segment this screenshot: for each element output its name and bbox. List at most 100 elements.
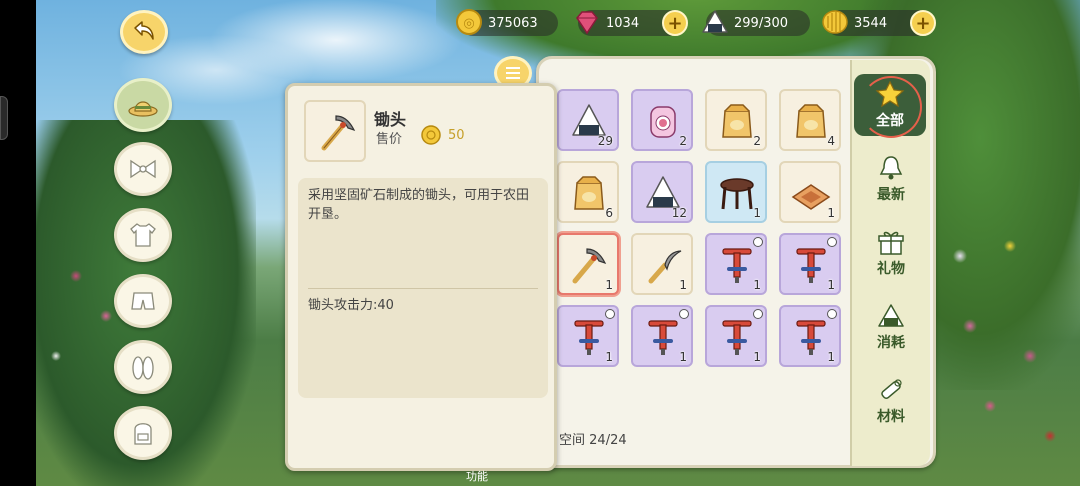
- item-count: 1: [753, 206, 761, 220]
- shorts-icon: [131, 292, 155, 310]
- hoe-icon: [321, 115, 356, 151]
- inventory-slot[interactable]: 12: [631, 161, 693, 223]
- clock-icon: [753, 237, 763, 247]
- gem-icon: [576, 11, 598, 35]
- item-count: 12: [671, 206, 687, 220]
- inventory-slot[interactable]: 1: [557, 305, 619, 367]
- category-bow-button[interactable]: [114, 142, 172, 196]
- item-count: 1: [605, 278, 613, 292]
- gold-shell-icon: [822, 10, 848, 34]
- category-hat-button[interactable]: [114, 78, 172, 132]
- screen-edge: [0, 0, 36, 486]
- item-count: 1: [753, 278, 761, 292]
- category-tabs: 全部最新礼物消耗材料: [850, 60, 930, 466]
- item-count: 6: [605, 206, 613, 220]
- list-icon: [506, 67, 520, 79]
- item-count: 1: [679, 350, 687, 364]
- category-sandals-button[interactable]: [114, 340, 172, 394]
- inventory-slot[interactable]: 29: [557, 89, 619, 151]
- clock-icon: [827, 309, 837, 319]
- inventory-slot[interactable]: 1: [779, 305, 841, 367]
- flowers-left: [36, 246, 196, 446]
- item-count: 2: [679, 134, 687, 148]
- detail-item-slot: [304, 100, 366, 162]
- bell-icon: [879, 156, 903, 180]
- inventory-grid: 29 2 2 4 6 12 1 1 1 1 1 1 1 1 1 1: [549, 85, 849, 397]
- item-name: 锄头: [374, 110, 407, 129]
- item-description: 采用坚固矿石制成的锄头，可用于农田开垦。: [308, 188, 530, 222]
- flowers-right: [930, 206, 1080, 486]
- item-count: 1: [827, 206, 835, 220]
- shirt-icon: [130, 223, 156, 247]
- gift-icon: [878, 231, 904, 255]
- inventory-slot[interactable]: 1: [705, 233, 767, 295]
- svg-text:◎: ◎: [463, 16, 474, 31]
- item-detail-panel: 锄头 售价 50 采用坚固矿石制成的锄头，可用于农田开垦。 锄头攻击力:40: [285, 83, 557, 471]
- gold-coin-icon: [421, 125, 441, 145]
- bow-icon: [130, 159, 156, 179]
- hat-icon: [128, 101, 158, 117]
- inventory-slot[interactable]: 1: [631, 233, 693, 295]
- tab-0[interactable]: 全部: [854, 74, 926, 138]
- bottom-hint: 功能: [466, 470, 488, 483]
- tab-2[interactable]: 礼物: [856, 222, 926, 284]
- clock-icon: [679, 309, 689, 319]
- item-description-box: 采用坚固矿石制成的锄头，可用于农田开垦。 锄头攻击力:40: [298, 178, 548, 398]
- inventory-slot[interactable]: 1: [779, 233, 841, 295]
- inventory-slot[interactable]: 1: [705, 305, 767, 367]
- rice-ball-icon: [702, 10, 728, 33]
- item-count: 29: [597, 134, 613, 148]
- item-count: 1: [679, 278, 687, 292]
- item-count: 1: [827, 350, 835, 364]
- tab-label: 全部: [876, 113, 904, 129]
- back-arrow-icon: [134, 21, 154, 40]
- item-attribute: 锄头攻击力:40: [308, 298, 394, 313]
- item-count: 4: [827, 134, 835, 148]
- item-count: 2: [753, 134, 761, 148]
- inventory-slot[interactable]: 2: [631, 89, 693, 151]
- gem-counter: 1034 +: [576, 10, 688, 36]
- inventory-space: 空间 24/24: [559, 429, 627, 448]
- clock-icon: [753, 309, 763, 319]
- tab-1[interactable]: 最新: [856, 148, 926, 210]
- category-shorts-button[interactable]: [114, 274, 172, 328]
- item-price: 50: [448, 128, 465, 143]
- gold-counter: ◎ 375063: [456, 9, 558, 36]
- tab-label: 礼物: [877, 261, 905, 277]
- clock-icon: [827, 237, 837, 247]
- category-shirt-button[interactable]: [114, 208, 172, 262]
- gold-coin-icon: ◎: [456, 9, 482, 35]
- add-gems-button[interactable]: +: [662, 10, 688, 36]
- back-button[interactable]: [120, 10, 168, 54]
- price-label: 售价: [376, 132, 403, 147]
- tab-label: 最新: [877, 187, 905, 203]
- space-value: 24/24: [589, 433, 627, 448]
- tab-4[interactable]: 材料: [856, 370, 926, 432]
- backpack-icon: [134, 423, 152, 445]
- category-backpack-button[interactable]: [114, 406, 172, 460]
- rice-ball-icon: [878, 304, 904, 327]
- inventory-slot[interactable]: 1: [557, 233, 619, 295]
- description-divider: [308, 288, 538, 289]
- item-count: 1: [827, 278, 835, 292]
- inventory-slot[interactable]: 4: [779, 89, 841, 151]
- sandals-icon: [132, 356, 154, 380]
- inventory-slot[interactable]: 1: [705, 161, 767, 223]
- item-count: 1: [753, 350, 761, 364]
- star-icon: [875, 80, 905, 108]
- space-label: 空间: [559, 433, 586, 448]
- stamina-counter: 299/300: [702, 10, 810, 36]
- tab-label: 消耗: [877, 335, 905, 351]
- inventory-slot[interactable]: 1: [631, 305, 693, 367]
- clock-icon: [605, 309, 615, 319]
- inventory-slot[interactable]: 1: [779, 161, 841, 223]
- edge-handle: [0, 96, 8, 140]
- log-icon: [881, 379, 902, 400]
- tab-3[interactable]: 消耗: [856, 296, 926, 358]
- inventory-slot[interactable]: 2: [705, 89, 767, 151]
- tab-label: 材料: [877, 409, 905, 425]
- add-coins-button[interactable]: +: [910, 10, 936, 36]
- coin-counter: 3544 +: [822, 10, 936, 36]
- item-count: 1: [605, 350, 613, 364]
- inventory-slot[interactable]: 6: [557, 161, 619, 223]
